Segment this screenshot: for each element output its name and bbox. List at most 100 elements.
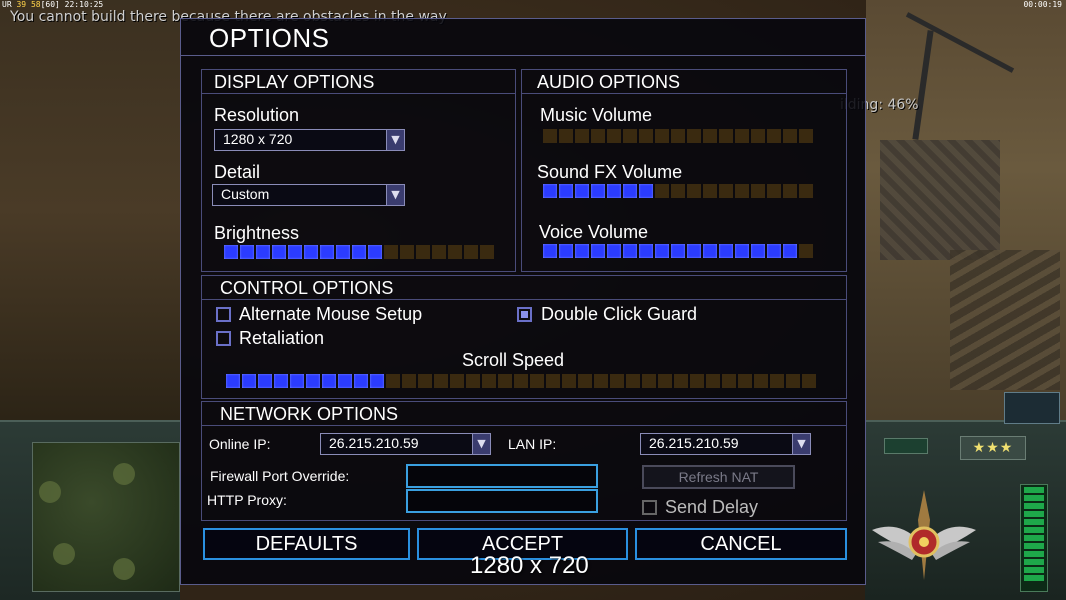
voice-volume-slider[interactable] <box>543 244 813 258</box>
chevron-down-icon[interactable]: ▼ <box>792 434 810 454</box>
chevron-down-icon[interactable]: ▼ <box>472 434 490 454</box>
sound-fx-volume-slider[interactable] <box>543 184 813 198</box>
slider-segment[interactable] <box>799 129 813 143</box>
slider-segment[interactable] <box>655 244 669 258</box>
slider-segment[interactable] <box>258 374 272 388</box>
slider-segment[interactable] <box>242 374 256 388</box>
chevron-down-icon[interactable]: ▼ <box>386 130 404 150</box>
slider-segment[interactable] <box>591 129 605 143</box>
minimap[interactable] <box>32 442 180 592</box>
slider-segment[interactable] <box>543 184 557 198</box>
slider-segment[interactable] <box>703 184 717 198</box>
slider-segment[interactable] <box>514 374 528 388</box>
slider-segment[interactable] <box>658 374 672 388</box>
send-delay-checkbox[interactable] <box>642 500 657 515</box>
slider-segment[interactable] <box>530 374 544 388</box>
slider-segment[interactable] <box>224 245 238 259</box>
slider-segment[interactable] <box>738 374 752 388</box>
slider-segment[interactable] <box>352 245 366 259</box>
slider-segment[interactable] <box>623 184 637 198</box>
slider-segment[interactable] <box>767 184 781 198</box>
slider-segment[interactable] <box>751 244 765 258</box>
slider-segment[interactable] <box>735 244 749 258</box>
slider-segment[interactable] <box>562 374 576 388</box>
slider-segment[interactable] <box>543 129 557 143</box>
slider-segment[interactable] <box>370 374 384 388</box>
slider-segment[interactable] <box>783 129 797 143</box>
slider-segment[interactable] <box>368 245 382 259</box>
slider-segment[interactable] <box>575 129 589 143</box>
slider-segment[interactable] <box>354 374 368 388</box>
satellite-icon[interactable] <box>1004 392 1060 424</box>
alternate-mouse-checkbox[interactable] <box>216 307 231 322</box>
slider-segment[interactable] <box>240 245 254 259</box>
slider-segment[interactable] <box>290 374 304 388</box>
slider-segment[interactable] <box>735 129 749 143</box>
music-volume-slider[interactable] <box>543 129 813 143</box>
slider-segment[interactable] <box>639 129 653 143</box>
http-proxy-field[interactable] <box>406 489 598 513</box>
slider-segment[interactable] <box>432 245 446 259</box>
slider-segment[interactable] <box>226 374 240 388</box>
detail-dropdown[interactable]: Custom ▼ <box>212 184 405 206</box>
slider-segment[interactable] <box>386 374 400 388</box>
slider-segment[interactable] <box>703 129 717 143</box>
slider-segment[interactable] <box>783 244 797 258</box>
slider-segment[interactable] <box>591 184 605 198</box>
slider-segment[interactable] <box>578 374 592 388</box>
slider-segment[interactable] <box>466 374 480 388</box>
slider-segment[interactable] <box>671 244 685 258</box>
slider-segment[interactable] <box>416 245 430 259</box>
slider-segment[interactable] <box>402 374 416 388</box>
resolution-dropdown[interactable]: 1280 x 720 ▼ <box>214 129 405 151</box>
slider-segment[interactable] <box>400 245 414 259</box>
double-click-guard-checkbox[interactable] <box>517 307 532 322</box>
retaliation-label[interactable]: Retaliation <box>239 328 324 349</box>
slider-segment[interactable] <box>687 129 701 143</box>
slider-segment[interactable] <box>322 374 336 388</box>
slider-segment[interactable] <box>304 245 318 259</box>
slider-segment[interactable] <box>674 374 688 388</box>
slider-segment[interactable] <box>703 244 717 258</box>
slider-segment[interactable] <box>799 184 813 198</box>
slider-segment[interactable] <box>480 245 494 259</box>
slider-segment[interactable] <box>336 245 350 259</box>
slider-segment[interactable] <box>719 129 733 143</box>
double-click-guard-label[interactable]: Double Click Guard <box>541 304 697 325</box>
slider-segment[interactable] <box>690 374 704 388</box>
slider-segment[interactable] <box>607 244 621 258</box>
slider-segment[interactable] <box>719 244 733 258</box>
slider-segment[interactable] <box>591 244 605 258</box>
slider-segment[interactable] <box>722 374 736 388</box>
slider-segment[interactable] <box>434 374 448 388</box>
slider-segment[interactable] <box>751 184 765 198</box>
slider-segment[interactable] <box>786 374 800 388</box>
alternate-mouse-label[interactable]: Alternate Mouse Setup <box>239 304 422 325</box>
firewall-port-field[interactable] <box>406 464 598 488</box>
slider-segment[interactable] <box>770 374 784 388</box>
slider-segment[interactable] <box>464 245 478 259</box>
slider-segment[interactable] <box>546 374 560 388</box>
slider-segment[interactable] <box>607 184 621 198</box>
slider-segment[interactable] <box>338 374 352 388</box>
slider-segment[interactable] <box>559 184 573 198</box>
slider-segment[interactable] <box>450 374 464 388</box>
slider-segment[interactable] <box>607 129 621 143</box>
slider-segment[interactable] <box>671 129 685 143</box>
slider-segment[interactable] <box>642 374 656 388</box>
slider-segment[interactable] <box>575 184 589 198</box>
slider-segment[interactable] <box>799 244 813 258</box>
lan-ip-dropdown[interactable]: 26.215.210.59 ▼ <box>640 433 811 455</box>
brightness-slider[interactable] <box>224 245 494 259</box>
scroll-speed-slider[interactable] <box>226 374 816 388</box>
slider-segment[interactable] <box>626 374 640 388</box>
slider-segment[interactable] <box>671 184 685 198</box>
slider-segment[interactable] <box>767 244 781 258</box>
slider-segment[interactable] <box>498 374 512 388</box>
slider-segment[interactable] <box>559 129 573 143</box>
slider-segment[interactable] <box>687 184 701 198</box>
slider-segment[interactable] <box>735 184 749 198</box>
slider-segment[interactable] <box>543 244 557 258</box>
command-tab-button[interactable] <box>884 438 928 454</box>
slider-segment[interactable] <box>639 184 653 198</box>
